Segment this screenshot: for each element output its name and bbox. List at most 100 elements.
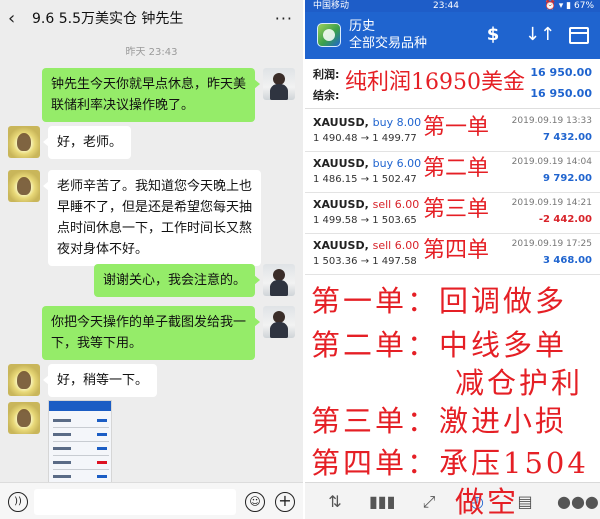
thumbnail-divider xyxy=(53,441,109,442)
profit-value: 16 950.00 xyxy=(530,66,592,79)
avatar[interactable] xyxy=(263,306,295,338)
bottom-navigation: ⇅ ▮▮▮ ⤢ ◴ ▤ ●●● xyxy=(305,482,600,519)
thumbnail-text-mark xyxy=(97,461,107,464)
emoji-icon[interactable]: ☺ xyxy=(245,492,265,512)
trade-date: 2019.09.19 14:21 xyxy=(511,198,592,208)
chat-message-bubble[interactable]: 你把今天操作的单子截图发给我一 下，我等下用。 xyxy=(41,306,261,360)
chart-icon[interactable]: ▮▮▮ xyxy=(369,491,395,513)
chat-input-bar: )) ☺ + xyxy=(0,482,303,519)
voice-icon[interactable]: )) xyxy=(8,492,28,512)
thumbnail-text-mark xyxy=(53,447,71,450)
calendar-icon[interactable] xyxy=(566,23,592,47)
message-line: 谢谢关心，我会注意的。 xyxy=(102,273,246,288)
avatar[interactable] xyxy=(8,364,40,396)
order-annotation: 第三单 xyxy=(423,197,490,222)
thumbnail-text-mark xyxy=(53,433,71,436)
avatar[interactable] xyxy=(8,170,40,202)
avatar[interactable] xyxy=(8,402,40,434)
screenshot-root: ‹ 9.6 5.5万美实仓 钟先生 ··· 昨天 23:43 钟先生今天你就早点… xyxy=(0,0,600,519)
avatar[interactable] xyxy=(263,68,295,100)
trade-side: sell 6.00 xyxy=(372,198,420,211)
net-profit-annotation: 纯利润16950美金 xyxy=(345,70,525,95)
thumbnail-text-mark xyxy=(53,475,71,478)
trade-side: buy 8.00 xyxy=(372,116,422,129)
plus-icon[interactable]: + xyxy=(275,492,295,512)
calendar-shape xyxy=(569,27,589,44)
image-message-thumbnail[interactable] xyxy=(48,400,112,490)
dollar-icon[interactable]: $ xyxy=(480,23,506,47)
strategy-note: 做空 xyxy=(455,485,520,519)
chat-message-bubble[interactable]: 谢谢关心，我会注意的。 xyxy=(93,264,261,297)
avatar[interactable] xyxy=(263,264,295,296)
message-line: 联储利率决议操作晚了。 xyxy=(50,98,194,113)
thumbnail-text-mark xyxy=(97,433,107,436)
thumbnail-text-mark xyxy=(53,419,71,422)
status-bar: 中国移动 23:44 ⏰ ▾ ▮ 67% xyxy=(305,0,600,12)
message-input[interactable] xyxy=(34,489,236,515)
message-line: 你把今天操作的单子截图发给我一 xyxy=(50,315,246,330)
trade-prices: 1 486.15 → 1 502.47 xyxy=(313,174,417,185)
message-line: 钟先生今天你就早点休息，昨天美 xyxy=(50,77,246,92)
status-time: 23:44 xyxy=(433,1,459,11)
balance-value: 16 950.00 xyxy=(530,87,592,100)
thumbnail-text-mark xyxy=(97,419,107,422)
balance-label: 结余: xyxy=(313,89,340,102)
strategy-note: 第三单：激进小损 xyxy=(311,404,568,438)
trading-history-panel: 中国移动 23:44 ⏰ ▾ ▮ 67% 历史 全部交易品种 $ ↓↑ 利润: … xyxy=(305,0,600,519)
message-line: 夜对身体不好。 xyxy=(57,242,149,257)
trade-symbol-name: XAUUSD, xyxy=(313,198,369,211)
profit-label: 利润: xyxy=(313,68,340,81)
quotes-icon[interactable]: ⇅ xyxy=(323,491,347,513)
trade-symbol-name: XAUUSD, xyxy=(313,157,369,170)
strategy-note: 减仓护利 xyxy=(455,366,584,400)
app-header: 历史 全部交易品种 $ ↓↑ xyxy=(305,12,600,59)
chat-title: 9.6 5.5万美实仓 钟先生 xyxy=(32,11,184,27)
thumbnail-text-mark xyxy=(97,447,107,450)
trade-side: buy 6.00 xyxy=(372,157,422,170)
trade-symbol: XAUUSD, sell 6.00 xyxy=(313,239,419,252)
chat-header: ‹ 9.6 5.5万美实仓 钟先生 ··· xyxy=(0,0,303,38)
trade-date: 2019.09.19 13:33 xyxy=(511,116,592,126)
messages-icon[interactable]: ●●● xyxy=(557,491,599,513)
message-line: 早睡不了，但是还是希望您每天抽 xyxy=(57,200,253,215)
more-options-icon[interactable]: ··· xyxy=(275,9,293,29)
chat-message-bubble[interactable]: 钟先生今天你就早点休息，昨天美 联储利率决议操作晚了。 xyxy=(41,68,261,122)
trade-prices: 1 499.58 → 1 503.65 xyxy=(313,215,417,226)
trade-icon[interactable]: ⤢ xyxy=(417,491,441,513)
trade-side: sell 6.00 xyxy=(372,239,420,252)
chat-message-bubble[interactable]: 老师辛苦了。我知道您今天晚上也 早睡不了，但是还是希望您每天抽 点时间休息一下，… xyxy=(42,170,262,266)
chat-timestamp: 昨天 23:43 xyxy=(125,47,178,58)
back-arrow-icon[interactable]: ‹ xyxy=(8,8,24,30)
trade-date: 2019.09.19 14:04 xyxy=(511,157,592,167)
trade-date: 2019.09.19 17:25 xyxy=(511,239,592,249)
trade-symbol-name: XAUUSD, xyxy=(313,239,369,252)
chat-message-bubble[interactable]: 好，老师。 xyxy=(42,126,132,159)
app-title: 历史 xyxy=(349,19,376,34)
message-line: 点时间休息一下，工作时间长又熬 xyxy=(57,221,253,236)
status-carrier: 中国移动 xyxy=(313,1,350,11)
trade-symbol: XAUUSD, buy 6.00 xyxy=(313,157,421,170)
thumbnail-divider xyxy=(53,427,109,428)
order-annotation: 第四单 xyxy=(423,238,490,263)
trade-profit: 7 432.00 xyxy=(542,132,592,143)
thumbnail-text-mark xyxy=(97,475,107,478)
trade-symbol: XAUUSD, buy 8.00 xyxy=(313,116,421,129)
trade-profit: 3 468.00 xyxy=(542,255,592,266)
thumbnail-divider xyxy=(53,469,109,470)
symbol-filter[interactable]: 全部交易品种 xyxy=(349,36,427,52)
strategy-note: 第一单：回调做多 xyxy=(311,284,568,318)
message-line: 下，我等下用。 xyxy=(50,336,142,351)
thumbnail-header-bar xyxy=(49,401,111,411)
trade-symbol-name: XAUUSD, xyxy=(313,116,369,129)
avatar[interactable] xyxy=(8,126,40,158)
trade-prices: 1 503.36 → 1 497.58 xyxy=(313,256,417,267)
app-logo-icon[interactable] xyxy=(317,23,341,47)
chat-panel: ‹ 9.6 5.5万美实仓 钟先生 ··· 昨天 23:43 钟先生今天你就早点… xyxy=(0,0,303,519)
trade-profit: 9 792.00 xyxy=(542,173,592,184)
sort-icon[interactable]: ↓↑ xyxy=(525,23,555,47)
trade-profit: -2 442.00 xyxy=(538,214,592,225)
order-annotation: 第二单 xyxy=(423,156,490,181)
trade-prices: 1 490.48 → 1 499.77 xyxy=(313,133,417,144)
chat-message-bubble[interactable]: 好，稍等一下。 xyxy=(42,364,158,397)
trade-symbol: XAUUSD, sell 6.00 xyxy=(313,198,419,211)
